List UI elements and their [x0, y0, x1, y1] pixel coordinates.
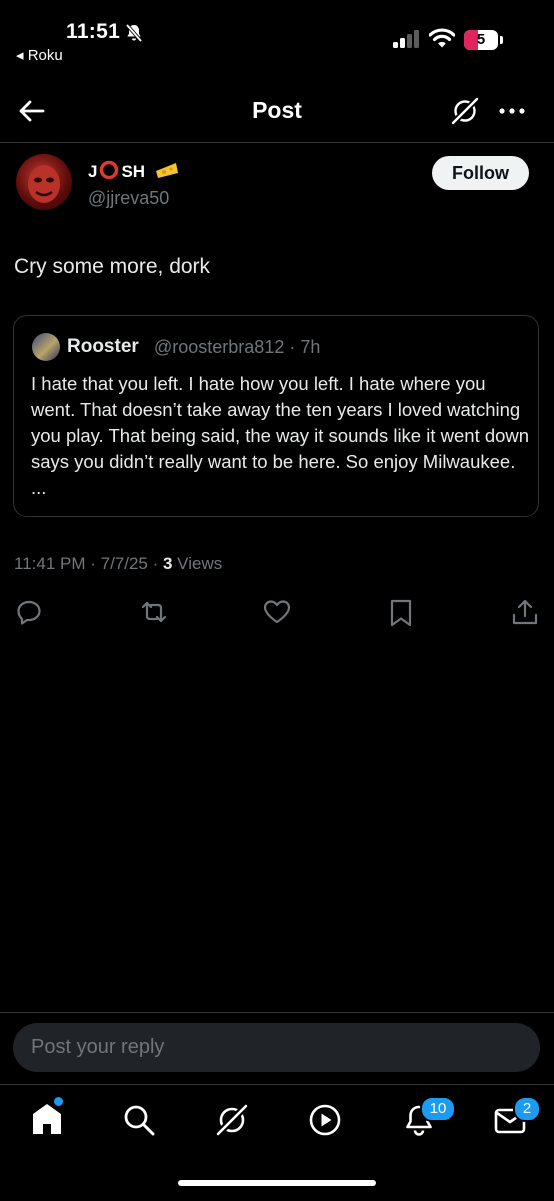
- more-icon[interactable]: [497, 96, 527, 126]
- status-time: 11:51: [66, 20, 121, 43]
- post-text: Cry some more, dork: [14, 255, 211, 278]
- post-timestamp: 11:41 PM · 7/7/25 ·: [14, 554, 163, 573]
- grok-icon[interactable]: [450, 96, 480, 126]
- battery-cap: [500, 36, 503, 44]
- quote-display-name: Rooster: [67, 336, 139, 357]
- bookmark-icon[interactable]: [388, 598, 414, 628]
- post-meta: 11:41 PM · 7/7/25 · 3 Views: [14, 554, 222, 574]
- video-icon[interactable]: [308, 1103, 342, 1137]
- battery-indicator: 5: [464, 30, 498, 50]
- home-icon[interactable]: [30, 1101, 64, 1137]
- views-label: Views: [172, 554, 223, 573]
- avatar[interactable]: [16, 154, 72, 210]
- reply-input[interactable]: [13, 1023, 540, 1072]
- repost-icon[interactable]: [138, 598, 170, 626]
- signal-icon: [393, 30, 419, 48]
- quote-avatar[interactable]: [32, 333, 60, 361]
- notifications-badge: 10: [420, 1096, 456, 1122]
- home-indicator: [178, 1180, 376, 1186]
- wifi-icon: [429, 28, 455, 48]
- messages-badge: 2: [513, 1096, 541, 1122]
- bell-slash-icon: [125, 23, 143, 43]
- follow-button[interactable]: Follow: [432, 156, 529, 190]
- quoted-post[interactable]: Rooster @roosterbra812 · 7h I hate that …: [13, 315, 539, 517]
- header-divider: [0, 142, 554, 143]
- battery-level: 5: [476, 31, 486, 48]
- search-icon[interactable]: [122, 1103, 156, 1137]
- red-ring-emoji: [100, 160, 119, 180]
- quote-text: I hate that you left. I hate how you lef…: [31, 373, 530, 498]
- home-unread-dot: [54, 1097, 63, 1106]
- back-to-app[interactable]: ◂ Roku: [16, 46, 63, 64]
- cheese-emoji: [155, 163, 178, 178]
- like-icon[interactable]: [262, 598, 292, 626]
- author-handle[interactable]: @jjreva50: [88, 188, 169, 209]
- reply-icon[interactable]: [15, 598, 43, 626]
- display-name[interactable]: J SH: [88, 160, 180, 182]
- quote-handle-time: @roosterbra812 · 7h: [154, 337, 321, 357]
- share-icon[interactable]: [511, 598, 539, 628]
- grok-icon[interactable]: [214, 1102, 250, 1138]
